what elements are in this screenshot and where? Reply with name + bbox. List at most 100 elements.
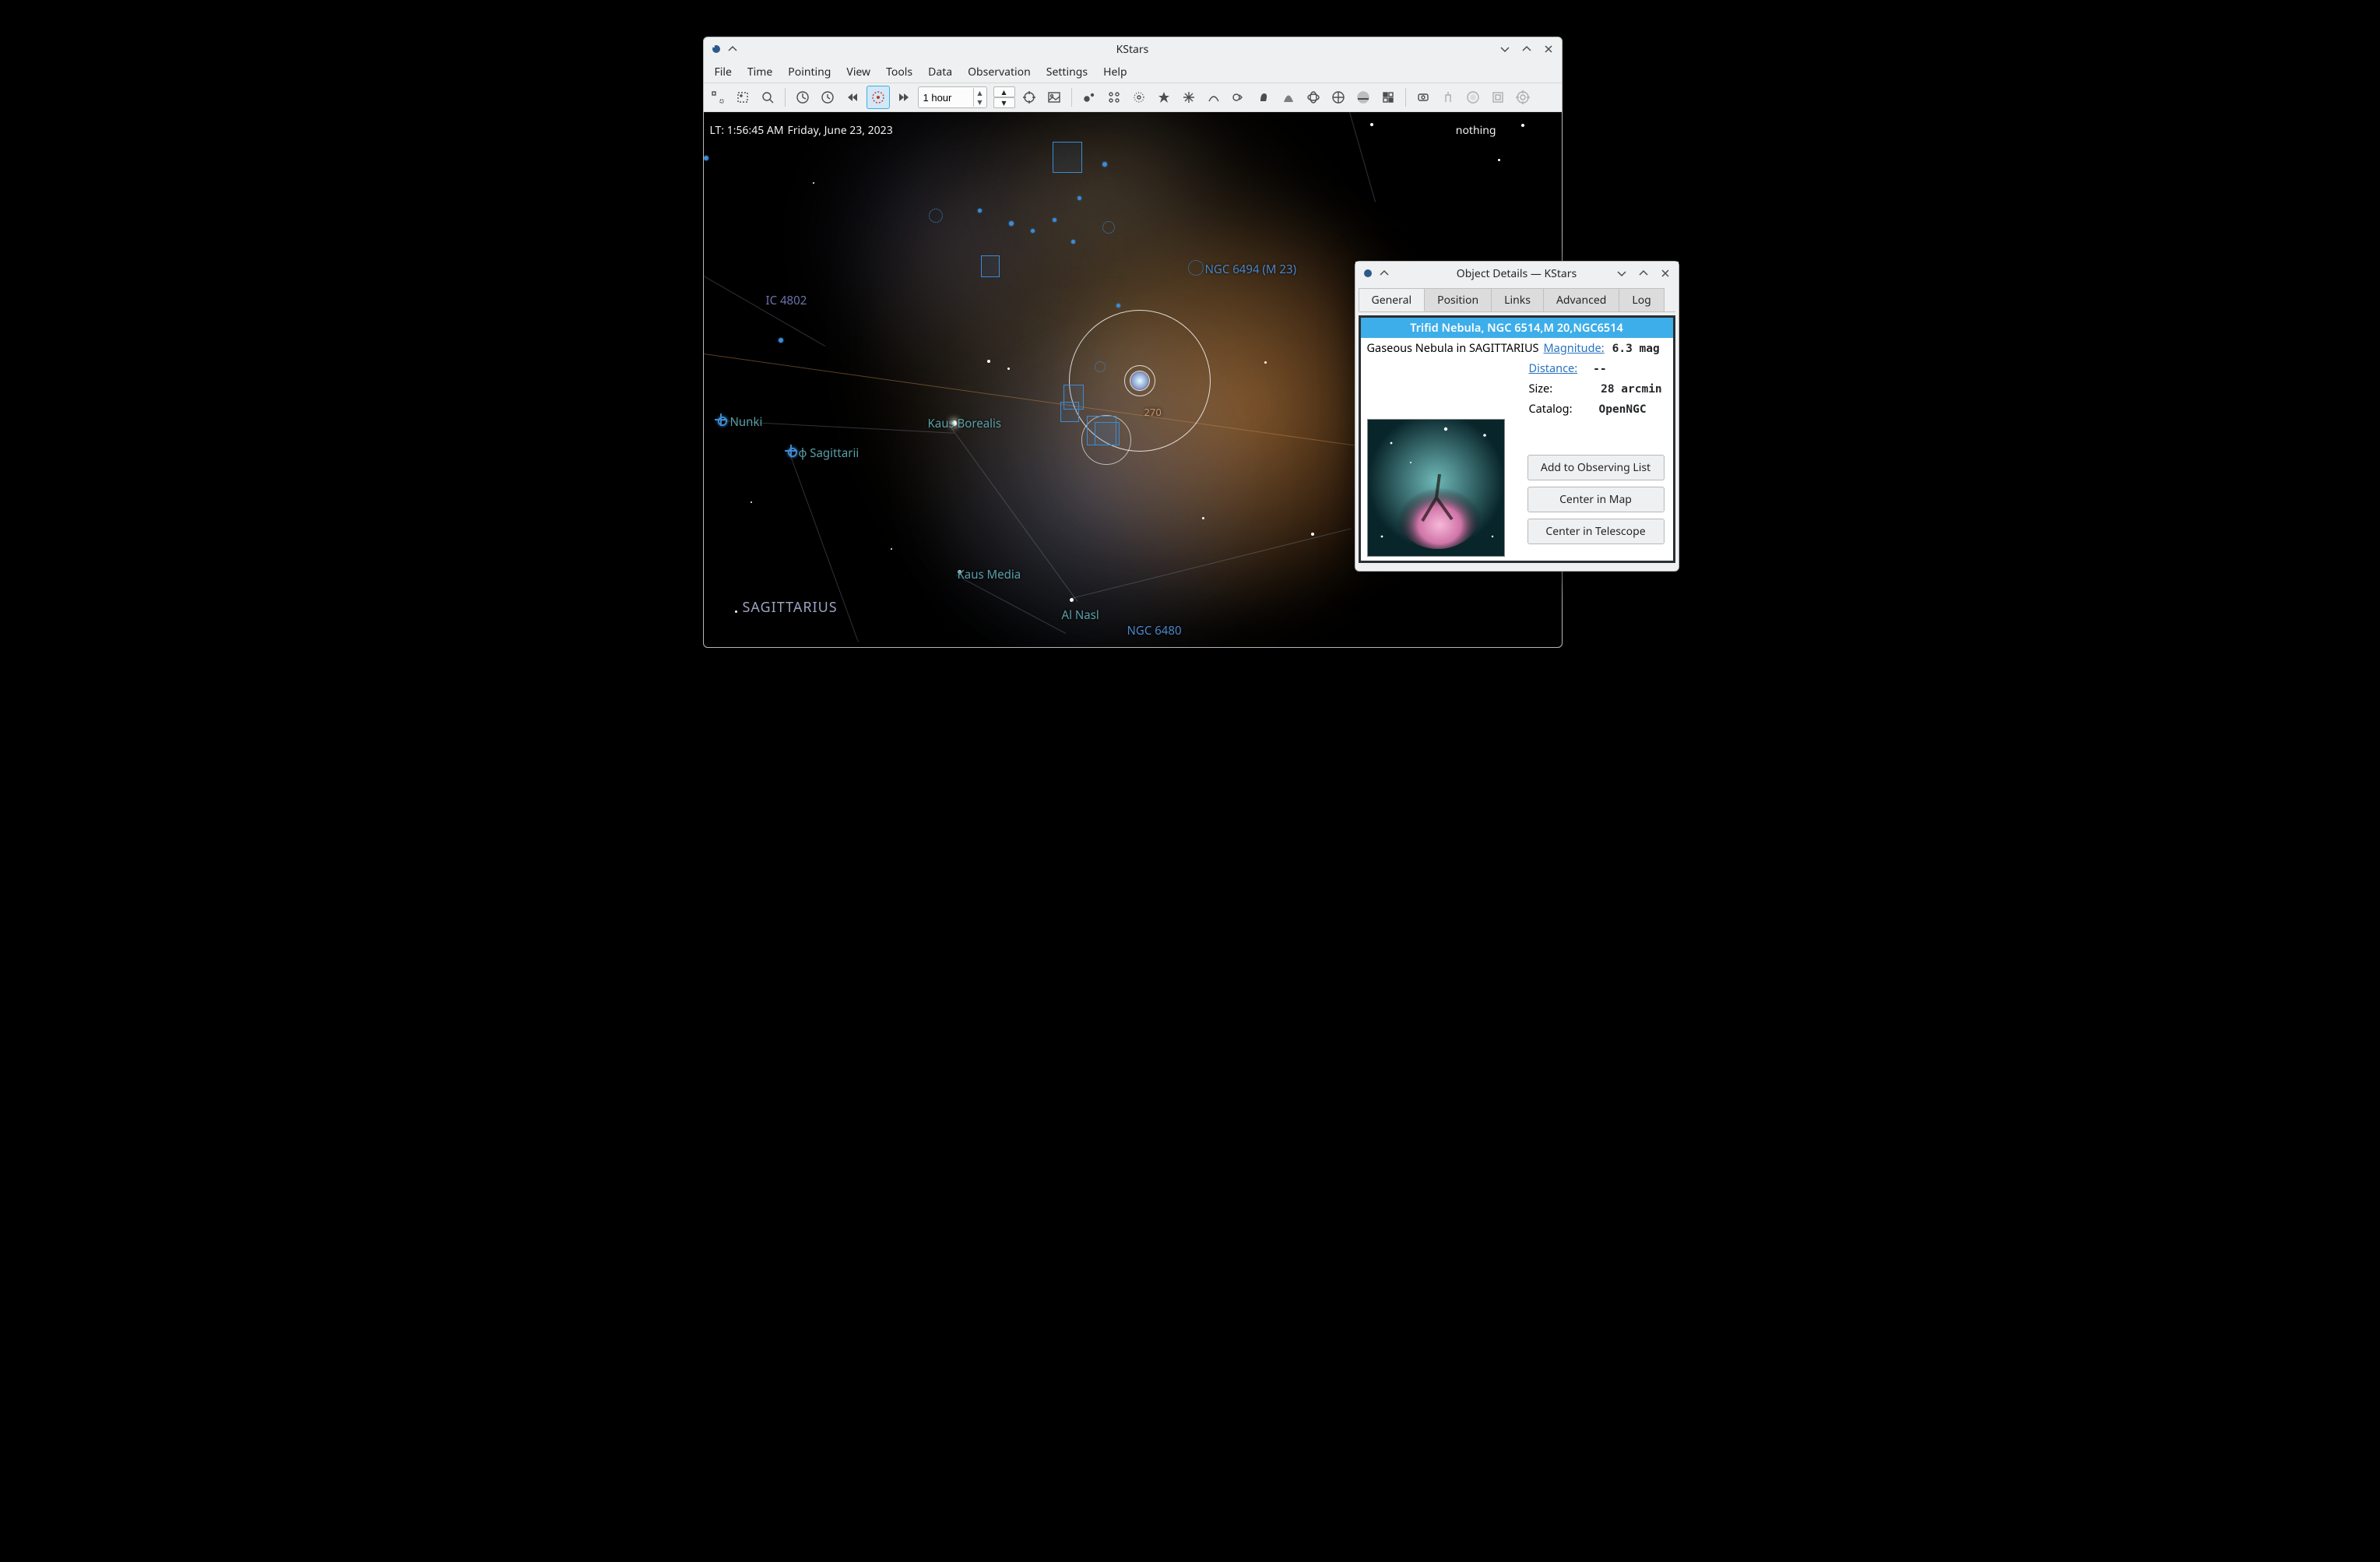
label-sagittarius: SAGITTARIUS (743, 598, 838, 617)
magnitude-value: 6.3 mag (1612, 343, 1660, 355)
indi-button[interactable] (1437, 86, 1459, 108)
menubar: File Time Pointing View Tools Data Obser… (704, 61, 1562, 83)
zoom-default-button[interactable] (707, 86, 729, 108)
dso-box[interactable] (981, 255, 1000, 277)
dso-circ[interactable] (929, 209, 943, 223)
label-nunki: Nunki (730, 414, 763, 430)
menu-view[interactable]: View (838, 61, 878, 83)
separator (1071, 88, 1072, 107)
toggle-flags-button[interactable] (1377, 86, 1399, 108)
toggle-labels-button[interactable] (1153, 86, 1175, 108)
center-target-button[interactable] (1018, 86, 1040, 108)
dome-button[interactable] (1462, 86, 1484, 108)
menu-tools[interactable]: Tools (878, 61, 920, 83)
add-to-observing-list-button[interactable]: Add to Observing List (1527, 455, 1665, 480)
image-button[interactable] (1043, 86, 1065, 108)
step-back-button[interactable] (842, 86, 863, 108)
tab-links[interactable]: Links (1491, 288, 1544, 311)
toggle-mw-button[interactable] (1278, 86, 1299, 108)
separator (785, 88, 786, 107)
tab-log[interactable]: Log (1619, 288, 1664, 311)
label-ngc6494: NGC 6494 (M 23) (1205, 262, 1297, 277)
center-in-map-button[interactable]: Center in Map (1527, 487, 1665, 512)
toggle-eqgrid-button[interactable] (1302, 86, 1324, 108)
ecliptic-270-label: 270 (1144, 405, 1162, 419)
label-ngc6480: NGC 6480 (1127, 623, 1182, 639)
size-label: Size: (1529, 381, 1553, 396)
clock-button[interactable] (817, 86, 838, 108)
toggle-ground-button[interactable] (1352, 86, 1374, 108)
guide-button[interactable] (1512, 86, 1534, 108)
dso-box[interactable] (1095, 422, 1120, 445)
menu-file[interactable]: File (707, 61, 740, 83)
zoom-box-button[interactable] (732, 86, 754, 108)
window-title: KStars (704, 42, 1562, 57)
center-in-telescope-button[interactable]: Center in Telescope (1527, 519, 1665, 544)
spin-down[interactable]: ▼ (974, 97, 986, 107)
object-type-text: Gaseous Nebula in SAGITTARIUS (1367, 340, 1539, 356)
details-titlebar[interactable]: Object Details — KStars (1355, 262, 1679, 285)
minimize-button[interactable] (1498, 42, 1512, 56)
dso-circ[interactable] (1188, 260, 1204, 276)
catalog-label: Catalog: (1529, 401, 1573, 417)
distance-label[interactable]: Distance: (1529, 361, 1578, 376)
label-kaus-med: Kaus Media (958, 567, 1021, 582)
toggle-cnames-button[interactable] (1228, 86, 1250, 108)
app-icon (710, 43, 722, 55)
star-phi-sgr[interactable] (787, 447, 795, 455)
maximize-button[interactable] (1636, 266, 1651, 280)
time-step-input[interactable] (919, 92, 973, 104)
minimize-button[interactable] (1615, 266, 1629, 280)
dso-box[interactable] (1053, 142, 1082, 173)
toggle-clines-button[interactable] (1203, 86, 1225, 108)
dso-circ[interactable] (1095, 361, 1106, 372)
step-forward-button[interactable] (893, 86, 915, 108)
toggle-supernovae-button[interactable] (1178, 86, 1200, 108)
tab-general[interactable]: General (1359, 288, 1426, 311)
menu-data[interactable]: Data (920, 61, 960, 83)
maximize-button[interactable] (1520, 42, 1534, 56)
menu-time[interactable]: Time (740, 61, 780, 83)
details-tabs: General Position Links Advanced Log (1359, 288, 1675, 312)
menu-pointing[interactable]: Pointing (780, 61, 838, 83)
menu-help[interactable]: Help (1095, 61, 1135, 83)
toggle-horizgrid-button[interactable] (1327, 86, 1349, 108)
shade-icon[interactable] (1377, 266, 1391, 280)
play-pause-button[interactable] (867, 86, 890, 109)
details-buttons: Add to Observing List Center in Map Cent… (1527, 455, 1665, 544)
ekos-button[interactable] (1412, 86, 1434, 108)
object-thumbnail[interactable] (1367, 419, 1505, 557)
label-alnasl: Al Nasl (1062, 607, 1099, 623)
titlebar[interactable]: KStars (704, 37, 1562, 61)
spin-up[interactable]: ▲ (974, 88, 986, 97)
menu-settings[interactable]: Settings (1039, 61, 1095, 83)
toggle-cbounds-button[interactable] (1253, 86, 1274, 108)
star-nunki[interactable] (717, 416, 725, 424)
distance-value: -- (1593, 363, 1606, 375)
label-kaus-bor: Kaus Borealis (928, 416, 1002, 431)
object-name: Trifid Nebula, NGC 6514,M 20,NGC6514 (1361, 318, 1673, 338)
dso-box[interactable] (1060, 402, 1079, 422)
shade-icon[interactable] (726, 42, 740, 56)
toolbar: ▲▼ ▲ ▼ (704, 83, 1562, 112)
toggle-stars-button[interactable] (1078, 86, 1100, 108)
time-step-combo[interactable]: ▲▼ (918, 86, 987, 108)
dso-circ[interactable] (1102, 221, 1115, 234)
set-time-now-button[interactable] (792, 86, 814, 108)
find-button[interactable] (757, 86, 779, 108)
app-icon (1362, 267, 1374, 280)
label-phi-sgr: φ Sagittarii (799, 445, 860, 461)
menu-observation[interactable]: Observation (960, 61, 1039, 83)
mount-button[interactable] (1487, 86, 1509, 108)
tab-position[interactable]: Position (1424, 288, 1492, 311)
close-button[interactable] (1658, 266, 1672, 280)
catalog-value: OpenNGC (1598, 403, 1646, 416)
toggle-deepsky-button[interactable] (1103, 86, 1125, 108)
tab-advanced[interactable]: Advanced (1543, 288, 1619, 311)
size-value: 28 arcmin (1601, 383, 1662, 396)
step-back-small[interactable]: ▼ (993, 97, 1015, 108)
toggle-solar-button[interactable] (1128, 86, 1150, 108)
close-button[interactable] (1542, 42, 1556, 56)
magnitude-label[interactable]: Magnitude: (1544, 340, 1605, 356)
step-forward-small[interactable]: ▲ (993, 86, 1015, 97)
